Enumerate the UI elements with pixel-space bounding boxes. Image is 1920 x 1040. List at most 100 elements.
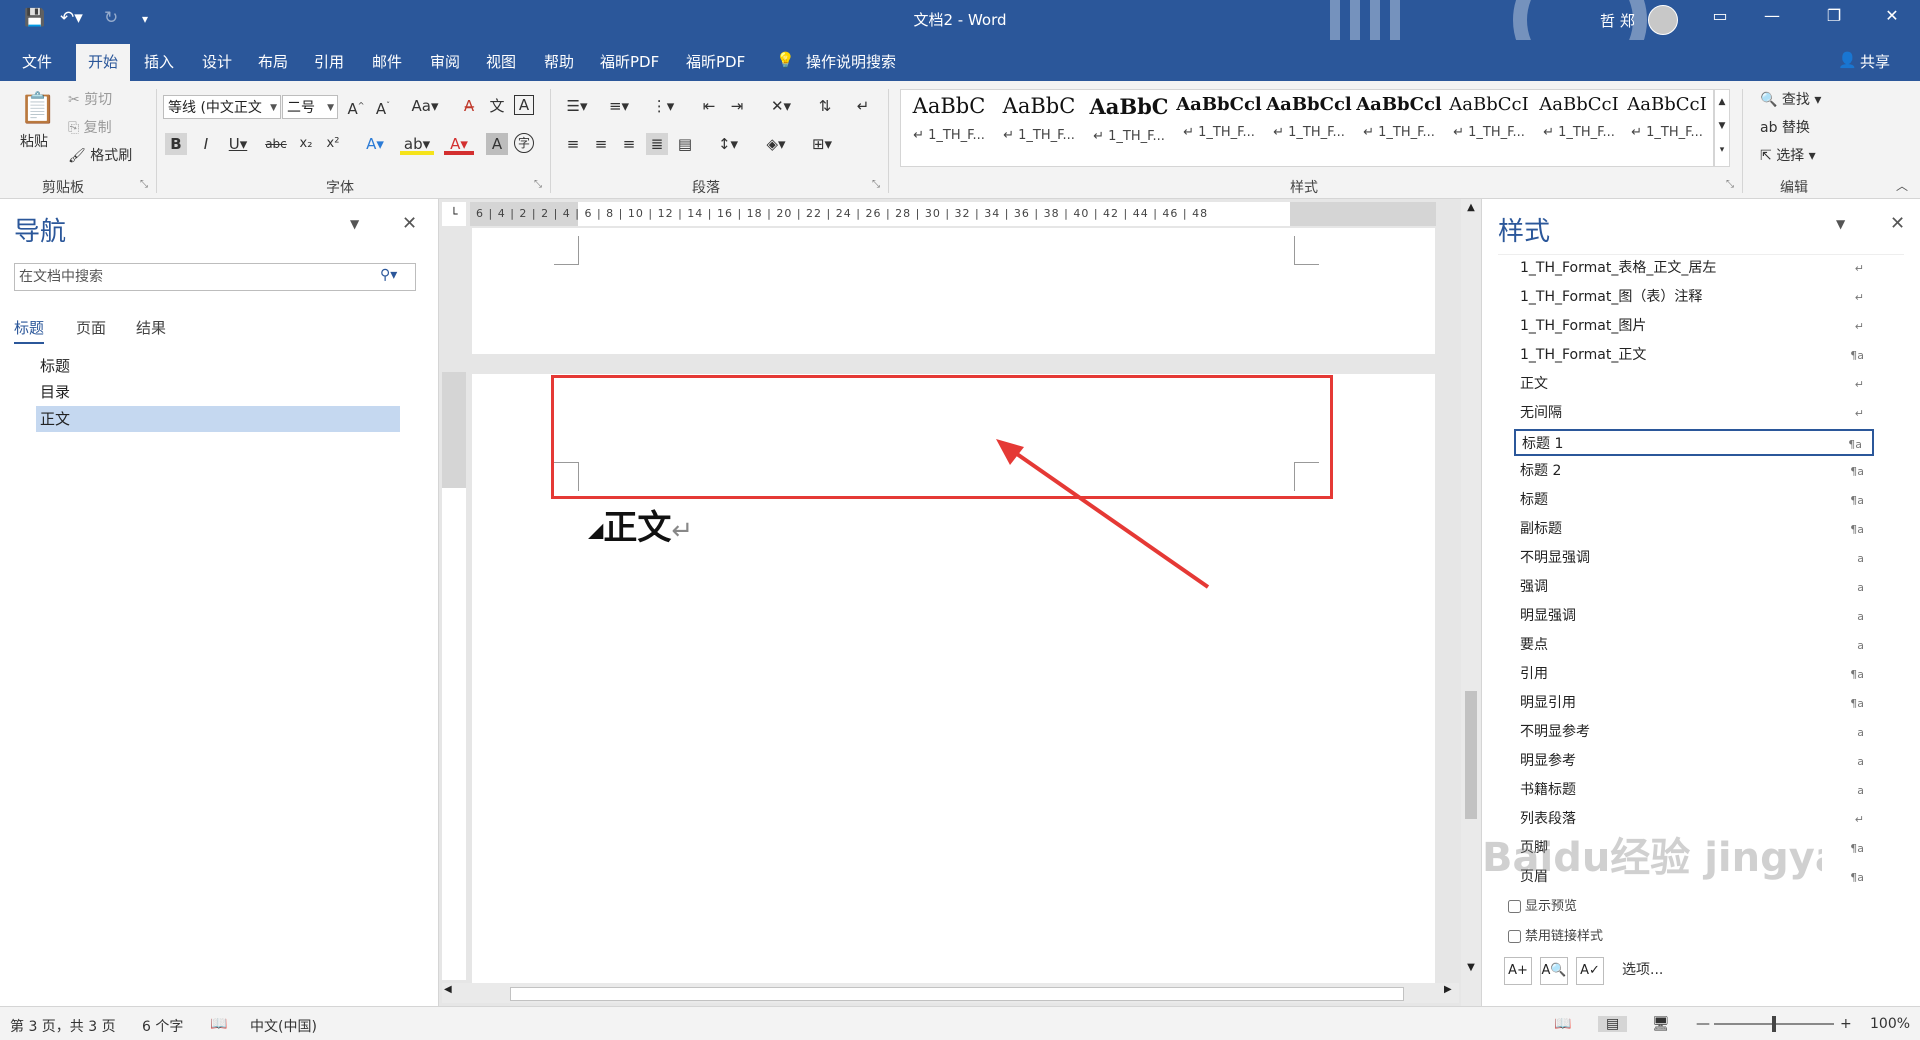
nav-heading-item-selected[interactable]: 正文 (36, 406, 400, 432)
tell-me-search[interactable]: 操作说明搜索 (806, 51, 896, 72)
italic-icon[interactable]: I (195, 133, 217, 155)
manage-styles-icon[interactable]: A✓ (1576, 957, 1604, 985)
document-heading[interactable]: ◢正文↵ (588, 500, 693, 549)
justify-icon[interactable]: ≣ (646, 133, 668, 155)
underline-icon[interactable]: U▾ (223, 133, 253, 155)
print-layout-icon[interactable]: ▤ (1598, 1016, 1628, 1032)
tab-layout[interactable]: 布局 (258, 51, 288, 72)
style-list-item[interactable]: 明显强调 a (1514, 603, 1874, 630)
zoom-in-icon[interactable]: + (1840, 1016, 1852, 1032)
decrease-indent-icon[interactable]: ⇤ (698, 95, 720, 117)
close-icon[interactable]: ✕ (1890, 213, 1905, 234)
strikethrough-icon[interactable]: abc (263, 133, 289, 155)
collapse-ribbon-icon[interactable]: ︿ (1896, 177, 1908, 194)
style-gallery-item[interactable]: AaBbCcI ↵ 1_TH_F... (1445, 94, 1533, 160)
enclose-characters-icon[interactable]: 字 (514, 133, 534, 153)
style-gallery-item[interactable]: AaBbCcI ↵ 1_TH_F... (1623, 94, 1711, 160)
nav-heading-item[interactable]: 标题 (36, 353, 400, 379)
copy-button[interactable]: ⎘ 复制 (68, 117, 112, 137)
style-list-item[interactable]: 强调 a (1514, 574, 1874, 601)
vertical-scrollbar[interactable]: ▲ ▼ (1461, 199, 1481, 1006)
bold-icon[interactable]: B (165, 133, 187, 155)
highlight-icon[interactable]: ab▾ (400, 133, 434, 155)
tab-file[interactable]: 文件 (22, 51, 52, 72)
paste-icon[interactable]: 📋 (18, 89, 58, 129)
show-preview-checkbox[interactable]: 显示预览 (1508, 895, 1577, 914)
tab-view[interactable]: 视图 (486, 51, 516, 72)
word-count[interactable]: 6 个字 (142, 1016, 183, 1036)
replace-button[interactable]: ab 替换 (1760, 117, 1810, 137)
style-list-item[interactable]: 明显引用 ¶a (1514, 690, 1874, 717)
scroll-down-icon[interactable]: ▼ (1463, 959, 1479, 977)
style-gallery-item[interactable]: AaBbCcl ↵ 1_TH_F... (1175, 94, 1263, 160)
styles-options-icon[interactable]: ▼ (1836, 217, 1845, 231)
tab-design[interactable]: 设计 (202, 51, 232, 72)
web-layout-icon[interactable]: 🖥 (1652, 1016, 1670, 1032)
style-inspector-icon[interactable]: A🔍 (1540, 957, 1568, 985)
style-list-item[interactable]: 副标题 ¶a (1514, 516, 1874, 543)
tab-mailings[interactable]: 邮件 (372, 51, 402, 72)
style-list-item[interactable]: 1_TH_Format_图片 ↵ (1514, 313, 1874, 340)
align-left-icon[interactable]: ≡ (562, 133, 584, 155)
align-center-icon[interactable]: ≡ (590, 133, 612, 155)
increase-indent-icon[interactable]: ⇥ (726, 95, 748, 117)
style-list-item-selected[interactable]: 标题 1 ¶a (1514, 429, 1874, 456)
line-spacing-icon[interactable]: ↕▾ (712, 133, 744, 155)
scroll-right-icon[interactable]: ▶ (1444, 984, 1452, 995)
show-marks-icon[interactable]: ↵ (852, 95, 874, 117)
maximize-icon[interactable]: ❐ (1814, 6, 1854, 25)
superscript-icon[interactable]: x² (322, 133, 344, 155)
zoom-out-icon[interactable]: — (1696, 1016, 1710, 1032)
style-list-item[interactable]: 标题 ¶a (1514, 487, 1874, 514)
grow-font-icon[interactable]: A^ (345, 95, 367, 118)
style-gallery-item[interactable]: AaBbC ↵ 1_TH_F... (995, 94, 1083, 160)
scroll-up-icon[interactable]: ▲ (1463, 199, 1479, 217)
style-list-item[interactable]: 无间隔 ↵ (1514, 400, 1874, 427)
distributed-icon[interactable]: ▤ (674, 133, 696, 155)
zoom-slider-thumb[interactable] (1772, 1016, 1776, 1032)
tab-home[interactable]: 开始 (76, 44, 130, 81)
style-gallery-item[interactable]: AaBbCcl ↵ 1_TH_F... (1355, 94, 1443, 160)
text-effects-icon[interactable]: A▾ (360, 133, 390, 155)
nav-heading-item[interactable]: 目录 (36, 379, 400, 405)
close-icon[interactable]: ✕ (402, 213, 417, 234)
scroll-thumb[interactable] (1465, 691, 1477, 819)
nav-tab-pages[interactable]: 页面 (76, 317, 106, 338)
tab-review[interactable]: 审阅 (430, 51, 460, 72)
subscript-icon[interactable]: x₂ (295, 133, 317, 155)
zoom-level[interactable]: 100% (1870, 1016, 1910, 1032)
phonetic-guide-icon[interactable]: 文 (486, 95, 508, 117)
align-right-icon[interactable]: ≡ (618, 133, 640, 155)
tab-insert[interactable]: 插入 (144, 51, 174, 72)
style-list-item[interactable]: 引用 ¶a (1514, 661, 1874, 688)
style-list-item[interactable]: 书籍标题 a (1514, 777, 1874, 804)
vertical-ruler[interactable] (442, 372, 466, 980)
style-list-item[interactable]: 1_TH_Format_表格_正文_居左 ↵ (1514, 255, 1874, 282)
hscroll-thumb[interactable] (510, 987, 1404, 1001)
style-list-item[interactable]: 要点 a (1514, 632, 1874, 659)
font-size-combo[interactable]: 二号 ▼ (282, 95, 338, 119)
style-gallery-item[interactable]: AaBbC ↵ 1_TH_F... (905, 94, 993, 160)
proofing-icon[interactable]: 📖 (210, 1016, 227, 1032)
font-color-icon[interactable]: A▾ (444, 133, 474, 155)
numbering-icon[interactable]: ≡▾ (604, 95, 634, 117)
disable-linked-checkbox[interactable]: 禁用链接样式 (1508, 925, 1603, 944)
nav-options-icon[interactable]: ▼ (350, 217, 359, 231)
page-previous[interactable] (472, 228, 1435, 354)
collapse-triangle-icon[interactable]: ◢ (588, 518, 603, 542)
change-case-icon[interactable]: Aa▾ (408, 95, 442, 117)
clipboard-launcher-icon[interactable]: ⤡ (140, 179, 148, 190)
paste-button[interactable]: 粘贴 (20, 131, 48, 151)
font-launcher-icon[interactable]: ⤡ (534, 179, 542, 190)
horizontal-scrollbar[interactable]: ◀ ▶ (442, 983, 1459, 1003)
chinese-layout-icon[interactable]: ✕▾ (764, 95, 798, 117)
style-gallery-item[interactable]: AaBbCcI ↵ 1_TH_F... (1535, 94, 1623, 160)
bullets-icon[interactable]: ☰▾ (562, 95, 592, 117)
tab-foxit-pdf-1[interactable]: 福昕PDF (600, 51, 659, 72)
style-list-item[interactable]: 标题 2 ¶a (1514, 458, 1874, 485)
new-style-icon[interactable]: A+ (1504, 957, 1532, 985)
cut-button[interactable]: ✂ 剪切 (68, 89, 112, 109)
style-list-item[interactable]: 1_TH_Format_图（表）注释 ↵ (1514, 284, 1874, 311)
tab-references[interactable]: 引用 (314, 51, 344, 72)
share-button[interactable]: 共享 (1860, 51, 1890, 72)
